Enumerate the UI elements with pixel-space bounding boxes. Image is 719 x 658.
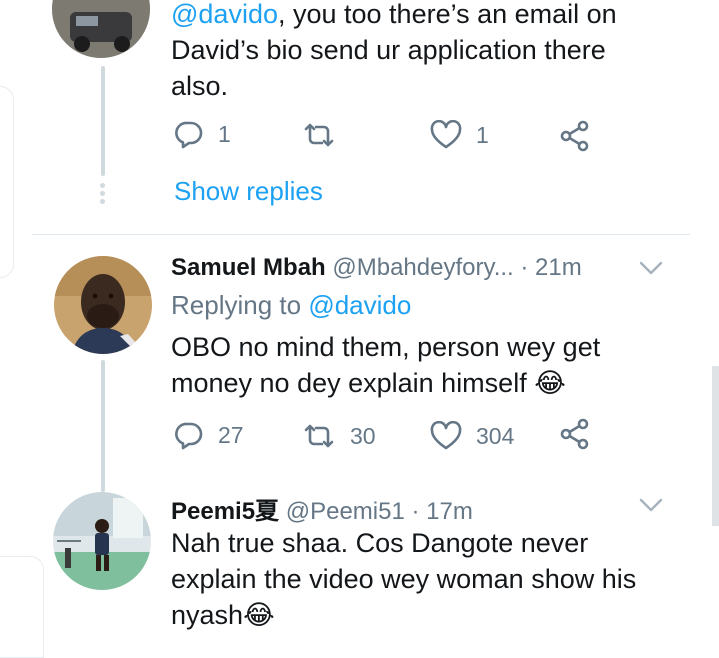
thread-line-1	[101, 66, 105, 176]
avatar-tweet1[interactable]	[52, 0, 150, 58]
tweet2-line2: money no dey explain himself	[171, 368, 527, 398]
left-edge-card	[0, 86, 14, 278]
like-icon	[430, 120, 462, 149]
replying-prefix: Replying to	[171, 290, 309, 320]
tweet3-line2: explain the video wey woman show his	[171, 564, 637, 594]
retweet-count: 30	[350, 422, 376, 449]
share-button[interactable]	[559, 120, 591, 152]
chevron-down-icon[interactable]	[638, 259, 664, 277]
avatar-peemi[interactable]	[53, 492, 151, 590]
user-name[interactable]: Peemi5夏	[171, 498, 279, 525]
tweet1-text: @davido, you too there’s an email on Dav…	[171, 0, 691, 104]
tweet3-text: Nah true shaa. Cos Dangote never explain…	[171, 525, 701, 633]
reply-icon	[175, 422, 203, 450]
thread-dots	[100, 183, 106, 204]
thread-line-2	[101, 360, 105, 492]
like-button[interactable]: 304	[430, 421, 514, 451]
reply-icon	[175, 121, 203, 149]
tweet2-line1: OBO no mind them, person wey get	[171, 332, 601, 362]
like-icon	[430, 421, 462, 450]
reply-button[interactable]: 27	[174, 420, 244, 450]
tweet1-line1: , you too there’s an email on	[277, 0, 617, 29]
avatar-samuel[interactable]	[54, 256, 152, 354]
share-icon	[560, 418, 589, 450]
retweet-icon	[304, 424, 334, 448]
tweet3-line1: Nah true shaa. Cos Dangote never	[171, 528, 589, 558]
reply-count: 1	[218, 120, 231, 147]
retweet-button[interactable]: 30	[302, 422, 376, 450]
replying-mention[interactable]: @davido	[308, 290, 411, 320]
like-count: 304	[476, 422, 515, 449]
divider	[32, 234, 690, 235]
handle-time: @Mbahdeyfory... · 21m	[332, 254, 582, 281]
retweet-button[interactable]	[302, 121, 350, 149]
like-button[interactable]: 1	[430, 120, 489, 150]
reply-button[interactable]: 1	[174, 119, 231, 149]
show-replies-link[interactable]: Show replies	[174, 176, 323, 207]
share-button[interactable]	[559, 418, 591, 450]
retweet-icon	[304, 123, 334, 147]
tweet1-line2: David’s bio send ur application there	[171, 35, 606, 65]
tweet2-header: Samuel Mbah @Mbahdeyfory... · 21m	[171, 254, 582, 282]
share-icon	[560, 120, 589, 152]
tweet3-header: Peemi5夏 @Peemi51 · 17m	[171, 491, 473, 526]
handle-time: @Peemi51 · 17m	[285, 498, 473, 525]
reply-count: 27	[218, 421, 244, 448]
mention-link[interactable]: @davido	[171, 0, 278, 29]
left-edge-card-bottom	[0, 556, 44, 658]
laughing-emoji: 😂	[243, 600, 275, 630]
right-scroll-edge	[712, 366, 719, 526]
tweet1-line3: also.	[171, 71, 229, 101]
like-count: 1	[476, 121, 489, 148]
replying-to: Replying to @davido	[171, 290, 411, 321]
tweet2-text: OBO no mind them, person wey get money n…	[171, 329, 691, 401]
laughing-emoji: 😂	[534, 368, 566, 398]
user-name[interactable]: Samuel Mbah	[171, 254, 326, 281]
tweet3-line3: nyash	[171, 600, 244, 630]
chevron-down-icon[interactable]	[638, 496, 664, 514]
